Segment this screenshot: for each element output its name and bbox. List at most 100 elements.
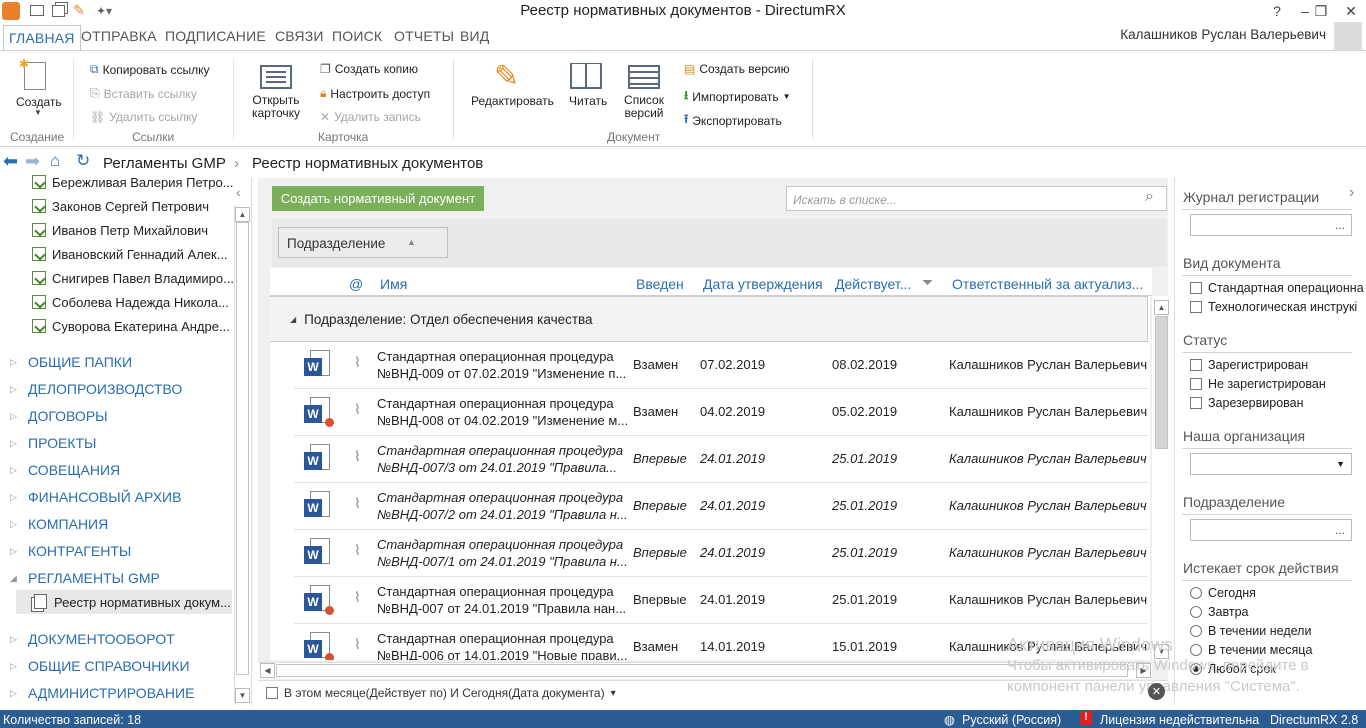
sidebar-section[interactable]: ▷ ФИНАНСОВЫЙ АРХИВ: [10, 486, 181, 508]
expiry-option[interactable]: Сегодня: [1190, 586, 1256, 600]
table-row[interactable]: W ⌇ Стандартная операционная процедура №ВНД…: [294, 389, 1148, 436]
employee-item[interactable]: Иванов Петр Михайлович: [32, 219, 208, 241]
expiry-option[interactable]: Завтра: [1190, 605, 1249, 619]
status-option[interactable]: Зарегистрирован: [1190, 358, 1308, 372]
breadcrumb-parent[interactable]: Регламенты GMP: [103, 155, 226, 172]
status-option[interactable]: Не зарегистрирован: [1190, 377, 1326, 391]
open-card-button[interactable]: Открыть карточку: [250, 94, 302, 120]
back-icon[interactable]: ⬅: [3, 151, 18, 172]
hscroll-thumb[interactable]: [276, 664, 1128, 677]
department-field[interactable]: ...: [1190, 519, 1352, 541]
kind-option[interactable]: Стандартная операционна: [1190, 281, 1364, 295]
kind-option[interactable]: Технологическая инструкі: [1190, 300, 1357, 314]
sidebar-section[interactable]: ▷ АДМИНИСТРИРОВАНИЕ: [10, 682, 194, 704]
employee-item[interactable]: Соболева Надежда Никола...: [32, 291, 229, 313]
tab-view[interactable]: ВИД: [460, 28, 489, 50]
delete-record-button[interactable]: ✕ Удалить запись: [320, 110, 421, 124]
sidebar-section[interactable]: ▷ ДОКУМЕНТООБОРОТ: [10, 628, 175, 650]
tab-reports[interactable]: ОТЧЕТЫ: [394, 28, 454, 50]
tab-send[interactable]: ОТПРАВКА: [81, 28, 157, 50]
tab-home[interactable]: ГЛАВНАЯ: [3, 25, 81, 51]
scroll-up-icon[interactable]: ▲: [235, 207, 250, 222]
sidebar-section[interactable]: ▷ ОБЩИЕ СПРАВОЧНИКИ: [10, 655, 190, 677]
org-select[interactable]: ▼: [1190, 453, 1352, 475]
column-responsible[interactable]: Ответственный за актуализ...: [952, 276, 1143, 292]
restore-button[interactable]: ❐: [1306, 0, 1336, 22]
edit-button[interactable]: Редактировать: [471, 94, 554, 108]
grid-scroll-thumb[interactable]: [1155, 316, 1168, 449]
import-button[interactable]: ⭳ Импортировать ▼: [684, 86, 791, 107]
home-icon[interactable]: ⌂: [50, 151, 60, 171]
column-intro[interactable]: Введен: [636, 276, 684, 292]
create-copy-button[interactable]: ❐ Создать копию: [320, 62, 418, 76]
table-row[interactable]: W ⌇ Стандартная операционная процедура №ВНД…: [294, 577, 1148, 624]
collapse-sidebar-icon[interactable]: ‹: [236, 184, 241, 200]
sidebar-section[interactable]: ▷ ОБЩИЕ ПАПКИ: [10, 351, 132, 373]
avatar[interactable]: [1334, 22, 1362, 50]
radio-button[interactable]: [1190, 644, 1202, 656]
status-option[interactable]: Зарезервирован: [1190, 396, 1304, 410]
sidebar-section[interactable]: ▷ СОВЕЩАНИЯ: [10, 459, 120, 481]
delete-link-button[interactable]: ⛓ Удалить ссылку: [90, 110, 197, 124]
forward-icon[interactable]: ➡: [25, 151, 40, 172]
user-name[interactable]: Калашников Руслан Валерьевич: [1120, 27, 1326, 42]
create-button[interactable]: Создать: [16, 95, 62, 109]
collapse-filter-icon[interactable]: ›: [1349, 184, 1354, 202]
filter-text[interactable]: В этом месяце(Действует по) И Сегодня(Да…: [284, 686, 605, 700]
sidebar-section[interactable]: ◢ РЕГЛАМЕНТЫ GMP: [10, 567, 160, 589]
sidebar-section[interactable]: ▷ ДЕЛОПРОИЗВОДСТВО: [10, 378, 182, 400]
sidebar-section[interactable]: ▷ КОНТРАГЕНТЫ: [10, 540, 131, 562]
edit-icon[interactable]: ✎: [494, 59, 519, 94]
read-button[interactable]: Читать: [569, 94, 607, 108]
export-button[interactable]: ⭱ Экспортировать: [684, 110, 782, 131]
create-icon[interactable]: ✱: [19, 57, 46, 90]
column-name[interactable]: Имя: [380, 276, 407, 292]
close-button[interactable]: ✕: [1336, 0, 1366, 22]
employee-item[interactable]: Суворова Екатерина Андре...: [32, 315, 230, 337]
column-at[interactable]: @: [349, 276, 363, 292]
scroll-left-icon[interactable]: ◀: [260, 663, 275, 678]
sidebar-section[interactable]: ▷ КОМПАНИЯ: [10, 513, 108, 535]
filter-checkbox[interactable]: [266, 687, 278, 699]
create-document-button[interactable]: Создать нормативный документ: [272, 186, 484, 211]
checkbox[interactable]: [1190, 359, 1202, 371]
help-button[interactable]: ?: [1262, 0, 1292, 22]
filter-dropdown-icon[interactable]: ▾: [611, 688, 616, 699]
sidebar-section[interactable]: ▷ ПРОЕКТЫ: [10, 432, 96, 454]
checkbox[interactable]: [1190, 282, 1202, 294]
copy-link-button[interactable]: ⧉ Копировать ссылку: [90, 62, 210, 77]
create-version-button[interactable]: ▤ Создать версию: [684, 62, 790, 76]
employee-item[interactable]: Законов Сергей Петрович: [32, 195, 209, 217]
dismiss-icon[interactable]: ✕: [1148, 683, 1165, 700]
table-row[interactable]: W ⌇ Стандартная операционная процедура №ВНД…: [294, 530, 1148, 577]
versions-icon[interactable]: [628, 65, 660, 89]
employee-item[interactable]: Снигирев Павел Владимиро...: [32, 267, 234, 289]
tab-links[interactable]: СВЯЗИ: [275, 28, 324, 50]
table-row[interactable]: W ⌇ Стандартная операционная процедура №ВНД…: [294, 436, 1148, 483]
create-dropdown-icon[interactable]: ▼: [34, 108, 42, 117]
radio-button[interactable]: [1190, 587, 1202, 599]
table-row[interactable]: W ⌇ Стандартная операционная процедура №ВНД…: [294, 483, 1148, 530]
checkbox[interactable]: [1190, 378, 1202, 390]
group-row[interactable]: ◢ Подразделение: Отдел обеспечения качест…: [270, 296, 1148, 342]
versions-button[interactable]: Список версий: [620, 94, 668, 120]
open-card-icon[interactable]: [260, 65, 292, 89]
refresh-icon[interactable]: ↻: [76, 151, 90, 171]
language[interactable]: Русский (Россия): [962, 713, 1061, 727]
grid-scroll-up-icon[interactable]: ▲: [1154, 300, 1169, 315]
table-row[interactable]: W ⌇ Стандартная операционная процедура №ВНД…: [294, 342, 1148, 389]
set-access-button[interactable]: 🔒︎ Настроить доступ: [320, 86, 430, 101]
employee-item[interactable]: Ивановский Геннадий Алек...: [32, 243, 228, 265]
expiry-option[interactable]: В течении месяца: [1190, 643, 1312, 657]
scroll-thumb[interactable]: [236, 222, 249, 675]
license-status[interactable]: Лицензия недействительна: [1100, 713, 1259, 727]
expiry-option[interactable]: В течении недели: [1190, 624, 1311, 638]
filter-icon[interactable]: ⏷: [922, 274, 933, 291]
employee-item[interactable]: Бережливая Валерия Петро...: [32, 171, 234, 193]
sidebar-section[interactable]: ▷ ДОГОВОРЫ: [10, 405, 108, 427]
read-icon[interactable]: [570, 63, 602, 89]
group-by-chip[interactable]: Подразделение ▲: [278, 227, 448, 258]
journal-field[interactable]: ...: [1190, 214, 1352, 236]
paste-link-button[interactable]: ⎘ Вставить ссылку: [90, 86, 197, 101]
radio-button[interactable]: [1190, 606, 1202, 618]
